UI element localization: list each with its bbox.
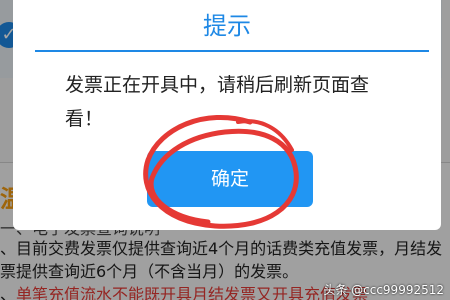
alert-dialog: 提示 发票正在开具中，请稍后刷新页面查看！ 确定 <box>13 0 441 230</box>
dialog-title: 提示 <box>203 12 251 40</box>
confirm-button[interactable]: 确定 <box>147 151 313 207</box>
dialog-message: 发票正在开具中，请稍后刷新页面查看！ <box>65 74 370 130</box>
dialog-title-divider <box>35 50 429 52</box>
watermark: 头条 @ccc99992512 <box>323 283 444 297</box>
